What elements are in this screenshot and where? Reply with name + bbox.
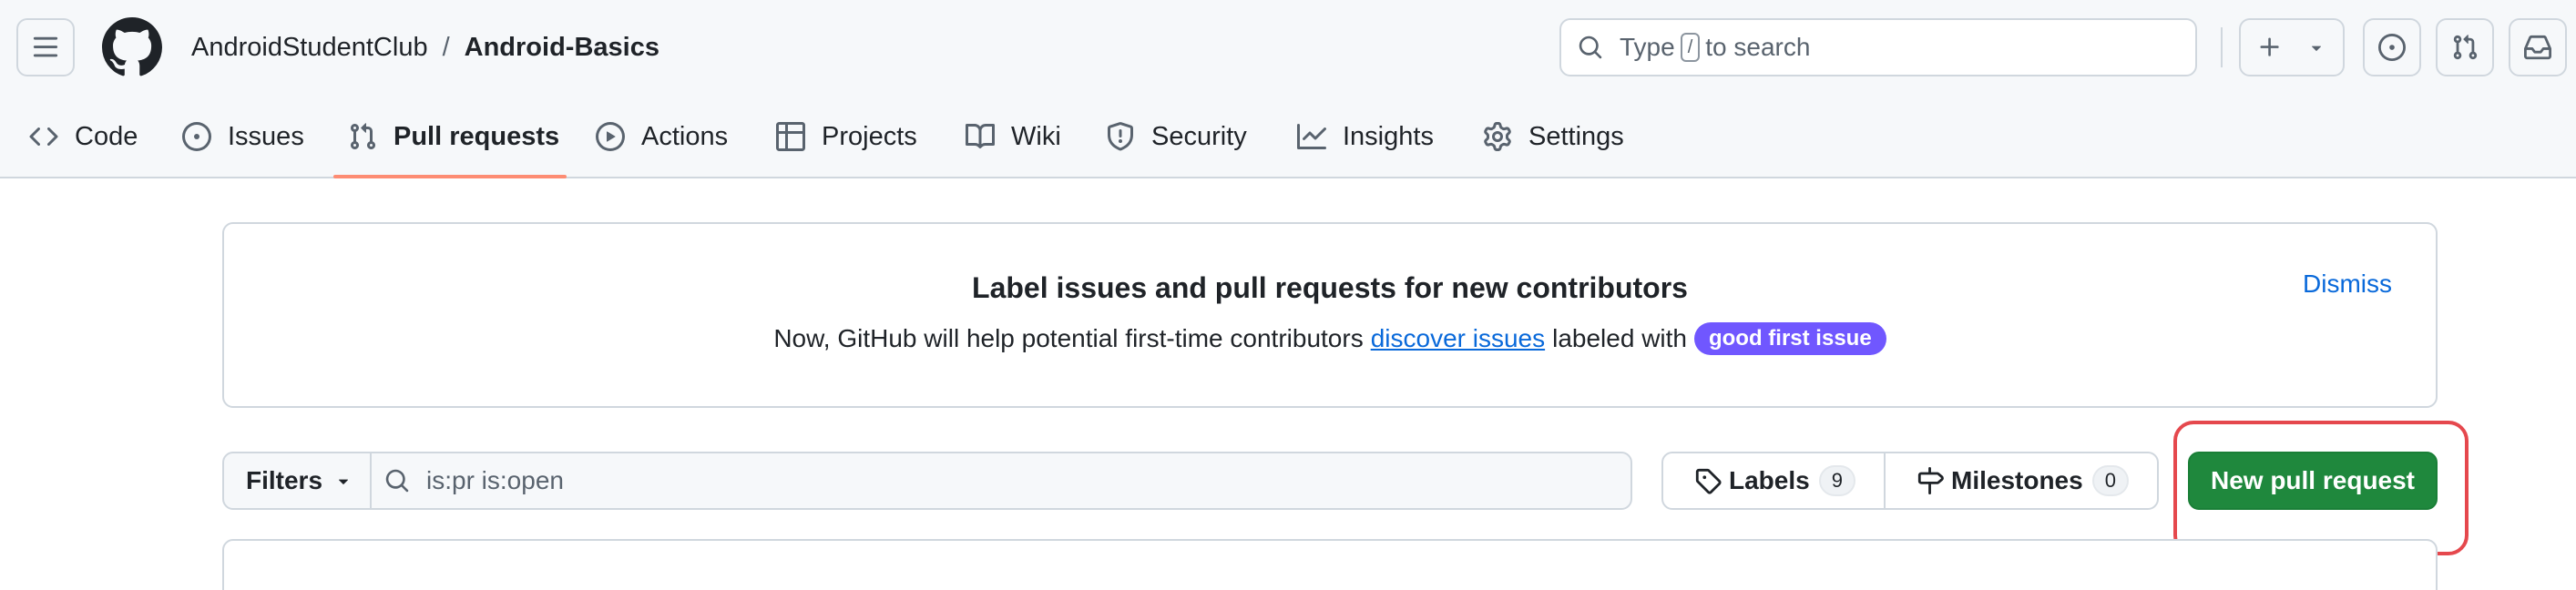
tab-insights[interactable]: Insights — [1297, 115, 1434, 158]
repo-nav: Code Issues Pull requests Actions Projec… — [0, 95, 2576, 178]
issue-opened-icon — [2378, 34, 2406, 61]
breadcrumb-owner[interactable]: AndroidStudentClub — [191, 25, 428, 69]
breadcrumb-repo[interactable]: Android-Basics — [465, 25, 659, 69]
tab-label: Settings — [1528, 121, 1624, 151]
breadcrumb-separator: / — [442, 33, 450, 62]
chevron-down-icon — [339, 479, 349, 484]
search-icon — [385, 469, 409, 493]
issue-opened-icon — [182, 122, 211, 151]
book-icon — [966, 123, 995, 148]
inbox-button[interactable] — [2509, 18, 2567, 76]
contributors-banner: Label issues and pull requests for new c… — [222, 222, 2438, 408]
your-issues-button[interactable] — [2363, 18, 2421, 76]
code-icon — [29, 127, 58, 147]
gear-icon — [1484, 122, 1511, 151]
filter-search-input[interactable]: is:pr is:open — [370, 452, 1632, 510]
git-pull-request-icon — [2453, 35, 2478, 60]
tab-label: Issues — [228, 121, 304, 151]
good-first-issue-label[interactable]: good first issue — [1693, 322, 1886, 355]
filter-search-value: is:pr is:open — [426, 466, 564, 494]
table-icon — [776, 122, 805, 151]
banner-text-after: labeled with — [1552, 324, 1687, 352]
highlight-annotation — [2173, 421, 2469, 555]
milestones-button[interactable]: Milestones 0 — [1886, 453, 2157, 508]
milestone-icon — [1917, 467, 1944, 494]
tab-pull-requests[interactable]: Pull requests — [348, 115, 559, 158]
labels-milestones-group: Labels 9 Milestones 0 — [1661, 452, 2159, 510]
tab-label: Actions — [641, 121, 729, 151]
tag-icon — [1695, 468, 1722, 494]
hamburger-icon — [33, 36, 58, 57]
active-tab-indicator — [333, 175, 567, 178]
labels-label: Labels — [1729, 466, 1810, 494]
menu-button[interactable] — [16, 18, 75, 76]
banner-text-before: Now, GitHub will help potential first-ti… — [773, 324, 1364, 352]
tab-label: Code — [75, 121, 138, 151]
search-placeholder-prefix: Type — [1620, 33, 1675, 61]
tab-code[interactable]: Code — [29, 115, 138, 158]
create-new-button[interactable] — [2239, 18, 2345, 76]
tab-label: Wiki — [1011, 121, 1061, 151]
tab-label: Projects — [822, 121, 917, 151]
labels-count-badge: 9 — [1818, 465, 1855, 496]
milestones-count-badge: 0 — [2091, 465, 2129, 496]
global-search-input[interactable]: Type / to search — [1559, 18, 2197, 76]
milestones-label: Milestones — [1951, 466, 2083, 494]
tab-projects[interactable]: Projects — [776, 115, 917, 158]
top-bar: AndroidStudentClub / Android-Basics Type… — [0, 0, 2576, 95]
git-pull-request-icon — [350, 123, 376, 150]
search-icon — [1579, 36, 1602, 59]
app-header: AndroidStudentClub / Android-Basics Type… — [0, 0, 2576, 178]
tab-wiki[interactable]: Wiki — [966, 115, 1061, 158]
breadcrumb: AndroidStudentClub / Android-Basics — [191, 25, 659, 69]
search-shortcut-key: / — [1680, 33, 1701, 62]
tab-label: Insights — [1343, 121, 1434, 151]
filters-button[interactable]: Filters — [222, 452, 372, 510]
dismiss-button[interactable]: Dismiss — [2303, 270, 2392, 299]
filters-label: Filters — [246, 466, 323, 494]
inbox-icon — [2524, 35, 2551, 60]
banner-text: Now, GitHub will help potential first-ti… — [224, 322, 2436, 355]
header-divider — [2221, 27, 2223, 67]
tab-actions[interactable]: Actions — [596, 115, 728, 158]
banner-title: Label issues and pull requests for new c… — [972, 271, 1688, 304]
tab-security[interactable]: Security — [1106, 115, 1247, 158]
labels-button[interactable]: Labels 9 — [1663, 453, 1886, 508]
tab-settings[interactable]: Settings — [1483, 115, 1624, 158]
play-icon — [596, 122, 625, 151]
shield-icon — [1108, 122, 1133, 151]
github-logo-icon[interactable] — [102, 17, 162, 77]
plus-icon — [2260, 37, 2279, 56]
tab-label: Pull requests — [394, 121, 560, 151]
tab-issues[interactable]: Issues — [182, 115, 304, 158]
graph-icon — [1297, 124, 1326, 149]
pull-request-list — [222, 539, 2438, 590]
search-placeholder-suffix: to search — [1705, 33, 1811, 61]
tab-label: Security — [1151, 121, 1247, 151]
discover-issues-link[interactable]: discover issues — [1371, 324, 1545, 353]
your-pull-requests-button[interactable] — [2436, 18, 2494, 76]
chevron-down-icon — [2311, 46, 2322, 51]
